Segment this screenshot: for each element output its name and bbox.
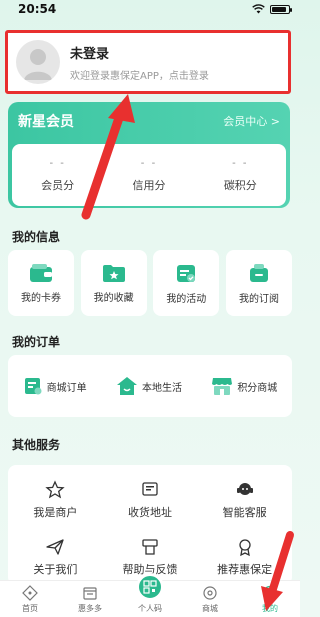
- battery-icon: [270, 4, 292, 14]
- status-bar: 20:54: [0, 0, 300, 18]
- medal-icon: [239, 538, 251, 556]
- wallet-icon: [30, 263, 52, 282]
- address-card-icon: [142, 481, 158, 496]
- member-level-title: 新星会员: [18, 114, 74, 130]
- mall-orders-button[interactable]: 商城订单: [23, 376, 87, 396]
- my-info-row: 我的卡券 我的收藏 我的活动 我的订阅: [8, 250, 292, 316]
- status-time: 20:54: [18, 2, 57, 16]
- user-avatar-icon: [24, 49, 52, 80]
- tab-huiduoduo[interactable]: 惠多多: [65, 585, 115, 614]
- my-subscriptions-button[interactable]: 我的订阅: [225, 250, 292, 316]
- stat-carbon-points[interactable]: - - 碳积分: [200, 158, 280, 193]
- tab-home[interactable]: 首页: [5, 585, 55, 614]
- profile-icon: [262, 585, 278, 601]
- mall-icon: [203, 586, 217, 600]
- member-center-link[interactable]: 会员中心 >: [223, 113, 280, 129]
- orders-card: 商城订单 本地生活 积分商城: [8, 355, 292, 417]
- tab-personal-code[interactable]: 个人码: [125, 573, 175, 614]
- house-icon: [116, 377, 137, 395]
- avatar[interactable]: [16, 40, 60, 84]
- qr-code-icon: [143, 580, 157, 594]
- order-list-icon: [24, 378, 42, 395]
- services-grid: 我是商户 收货地址 智能客服 关于我们 帮助与反馈 推荐惠保定: [8, 465, 292, 585]
- wifi-icon: [252, 4, 265, 14]
- calendar-check-icon: [177, 264, 196, 282]
- star-icon: [45, 479, 65, 498]
- shop-icon: [83, 587, 97, 600]
- paper-plane-icon: [46, 538, 64, 555]
- member-card: 新星会员 会员中心 > - - 会员分 - - 信用分 - - 碳积分: [8, 102, 290, 208]
- member-stats: - - 会员分 - - 信用分 - - 碳积分: [12, 144, 286, 206]
- section-title-my-info: 我的信息: [12, 230, 61, 244]
- printer-icon: [142, 538, 158, 555]
- login-card[interactable]: 未登录 欢迎登录惠保定APP，点击登录: [5, 30, 291, 94]
- merchant-button[interactable]: 我是商户: [8, 471, 103, 528]
- smart-service-button[interactable]: 智能客服: [197, 471, 292, 528]
- my-coupons-button[interactable]: 我的卡券: [8, 250, 74, 316]
- section-title-other-services: 其他服务: [12, 438, 61, 452]
- local-life-button[interactable]: 本地生活: [116, 376, 182, 396]
- headset-icon: [236, 482, 253, 495]
- stat-credit-score[interactable]: - - 信用分: [109, 158, 189, 193]
- points-mall-button[interactable]: 积分商城: [211, 376, 277, 396]
- section-title-my-orders: 我的订单: [12, 335, 61, 349]
- login-subtitle: 欢迎登录惠保定APP，点击登录: [70, 70, 209, 82]
- tab-mine[interactable]: 我的: [245, 585, 295, 614]
- my-favorites-button[interactable]: 我的收藏: [80, 250, 147, 316]
- home-icon: [22, 585, 38, 601]
- my-activities-button[interactable]: 我的活动: [153, 250, 220, 316]
- address-button[interactable]: 收货地址: [103, 471, 198, 528]
- about-us-button[interactable]: 关于我们: [8, 528, 103, 585]
- subscribe-box-icon: [249, 263, 268, 282]
- store-icon: [212, 378, 233, 395]
- bottom-tab-bar: 首页 惠多多 个人码 商城 我的: [0, 573, 300, 617]
- stat-member-score[interactable]: - - 会员分: [18, 158, 98, 193]
- folder-star-icon: [102, 264, 125, 282]
- tab-mall[interactable]: 商城: [185, 585, 235, 614]
- login-title: 未登录: [70, 46, 110, 62]
- recommend-button[interactable]: 推荐惠保定: [197, 528, 292, 585]
